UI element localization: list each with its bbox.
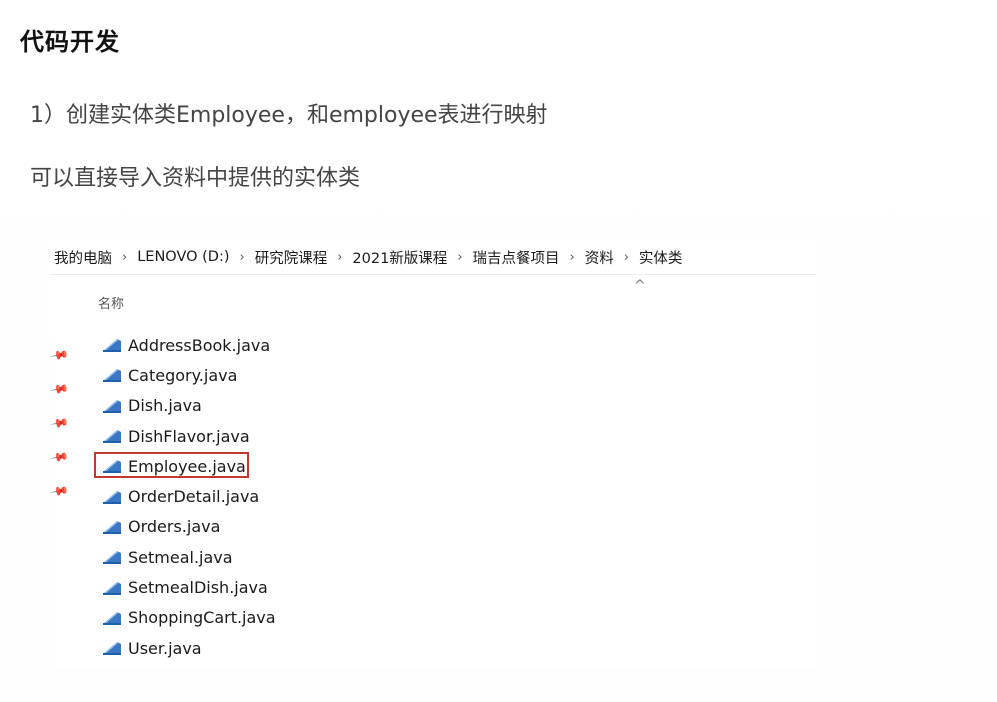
- pin-icon[interactable]: 📌: [49, 345, 69, 365]
- column-header-name[interactable]: 名称: [98, 293, 124, 312]
- file-name: OrderDetail.java: [128, 487, 260, 507]
- file-item[interactable]: Setmeal.java: [100, 542, 276, 572]
- breadcrumb: 我的电脑 › LENOVO (D:) › 研究院课程 › 2021新版课程 › …: [54, 244, 682, 270]
- file-item[interactable]: DishFlavor.java: [100, 421, 276, 451]
- file-item[interactable]: AddressBook.java: [100, 330, 276, 360]
- file-name: DishFlavor.java: [128, 426, 250, 446]
- java-file-icon: [100, 337, 122, 353]
- file-name: Category.java: [128, 365, 238, 385]
- java-file-icon: [100, 519, 122, 535]
- breadcrumb-item-entity-classes[interactable]: 实体类: [639, 247, 683, 268]
- file-list: AddressBook.java Category.java Dish.java Di…: [94, 330, 276, 663]
- file-item[interactable]: Dish.java: [100, 391, 276, 421]
- java-file-icon: [100, 367, 122, 383]
- file-name: Orders.java: [128, 517, 221, 537]
- chevron-right-icon[interactable]: ›: [122, 250, 127, 265]
- java-file-icon: [100, 580, 122, 596]
- file-name: User.java: [128, 638, 202, 658]
- file-item[interactable]: ShoppingCart.java: [100, 603, 276, 633]
- file-name: ShoppingCart.java: [128, 608, 276, 628]
- file-item[interactable]: User.java: [100, 633, 276, 663]
- chevron-right-icon[interactable]: ›: [624, 250, 629, 265]
- breadcrumb-item-2021-courses[interactable]: 2021新版课程: [352, 247, 447, 268]
- file-name: AddressBook.java: [128, 335, 271, 355]
- sort-ascending-icon[interactable]: ^: [634, 278, 646, 294]
- java-file-icon: [100, 640, 122, 656]
- page-title: 代码开发: [20, 28, 120, 56]
- chevron-right-icon[interactable]: ›: [337, 250, 342, 265]
- java-file-icon: [100, 549, 122, 565]
- pin-icon[interactable]: 📌: [49, 413, 69, 433]
- file-name: Dish.java: [128, 396, 202, 416]
- file-item[interactable]: Employee.java: [94, 451, 276, 481]
- file-name: Setmeal.java: [128, 547, 233, 567]
- breadcrumb-item-institute-courses[interactable]: 研究院课程: [255, 247, 328, 268]
- file-item[interactable]: SetmealDish.java: [100, 572, 276, 602]
- chevron-right-icon[interactable]: ›: [240, 250, 245, 265]
- file-item[interactable]: Orders.java: [100, 512, 276, 542]
- pin-icon[interactable]: 📌: [49, 379, 69, 399]
- java-file-icon: [100, 428, 122, 444]
- chevron-right-icon[interactable]: ›: [457, 250, 462, 265]
- pin-icon[interactable]: 📌: [49, 447, 69, 467]
- import-note: 可以直接导入资料中提供的实体类: [30, 166, 361, 191]
- java-file-icon: [100, 489, 122, 505]
- slide-page: 代码开发 1）创建实体类Employee，和employee表进行映射 可以直接…: [0, 0, 997, 702]
- pin-icon[interactable]: 📌: [49, 481, 69, 501]
- file-item[interactable]: Category.java: [100, 360, 276, 390]
- file-item[interactable]: OrderDetail.java: [100, 481, 276, 511]
- breadcrumb-item-project[interactable]: 瑞吉点餐项目: [473, 247, 560, 268]
- breadcrumb-item-materials[interactable]: 资料: [585, 247, 614, 268]
- java-file-icon: [100, 398, 122, 414]
- breadcrumb-item-drive[interactable]: LENOVO (D:): [137, 249, 229, 265]
- step-description: 1）创建实体类Employee，和employee表进行映射: [30, 103, 548, 128]
- file-explorer-screenshot: 我的电脑 › LENOVO (D:) › 研究院课程 › 2021新版课程 › …: [49, 238, 816, 668]
- java-file-icon: [100, 458, 122, 474]
- breadcrumb-item-this-pc[interactable]: 我的电脑: [54, 247, 112, 268]
- java-file-icon: [100, 610, 122, 626]
- chevron-right-icon[interactable]: ›: [570, 250, 575, 265]
- breadcrumb-divider: [50, 274, 816, 275]
- file-name: SetmealDish.java: [128, 578, 268, 598]
